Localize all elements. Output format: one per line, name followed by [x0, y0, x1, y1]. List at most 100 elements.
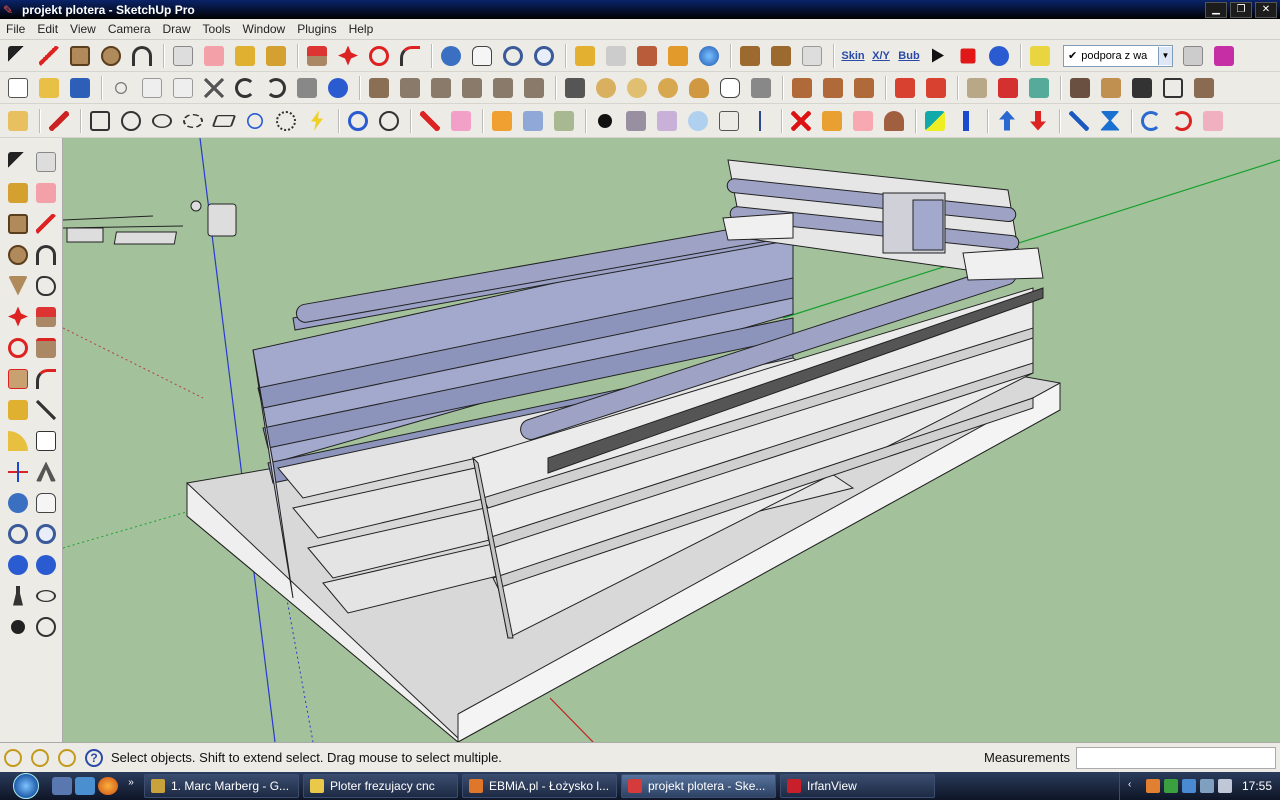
- subtract-button[interactable]: [850, 74, 878, 102]
- cube-c-button[interactable]: [550, 107, 578, 135]
- make-component-button[interactable]: [169, 42, 197, 70]
- palette-previous-view-tool[interactable]: [4, 549, 32, 580]
- xray-button[interactable]: [561, 74, 589, 102]
- palette-section-tool[interactable]: [32, 611, 60, 642]
- cube-a-button[interactable]: [488, 107, 516, 135]
- measurements-input[interactable]: [1076, 746, 1276, 769]
- shape-c-button[interactable]: [148, 107, 176, 135]
- hand-tool-button[interactable]: [716, 74, 744, 102]
- palette-zoom-window-tool[interactable]: [32, 518, 60, 549]
- taskbar-task[interactable]: projekt plotera - Ske...: [621, 774, 776, 798]
- save-file-button[interactable]: [66, 74, 94, 102]
- bomb-button[interactable]: [591, 107, 619, 135]
- palette-eraser-tool[interactable]: [32, 177, 60, 208]
- arc-tool-button[interactable]: [128, 42, 156, 70]
- brush-button[interactable]: [818, 107, 846, 135]
- shape-b-button[interactable]: [117, 107, 145, 135]
- cube-b-button[interactable]: [519, 107, 547, 135]
- warehouse-c-button[interactable]: [1128, 74, 1156, 102]
- minimize-button[interactable]: ▁: [1205, 1, 1227, 18]
- tape-pink-button[interactable]: [1199, 107, 1227, 135]
- union-button[interactable]: [819, 74, 847, 102]
- hidden-line-button[interactable]: [623, 74, 651, 102]
- section-plane-button[interactable]: [1210, 42, 1238, 70]
- palette-paint-tool[interactable]: [4, 177, 32, 208]
- layer-manager-button[interactable]: [1026, 42, 1054, 70]
- undo-button[interactable]: [231, 74, 259, 102]
- tray-app-icon[interactable]: [1145, 779, 1160, 793]
- sandbox-stamp-button[interactable]: [994, 74, 1022, 102]
- play-button[interactable]: [923, 42, 951, 70]
- menu-draw[interactable]: Draw: [157, 22, 197, 36]
- view-front-button[interactable]: [427, 74, 455, 102]
- glove-button[interactable]: [849, 107, 877, 135]
- shaded-button[interactable]: [654, 74, 682, 102]
- skin-button[interactable]: Skin: [839, 50, 867, 62]
- menu-window[interactable]: Window: [237, 22, 292, 36]
- palette-rectangle-tool[interactable]: [4, 208, 32, 239]
- palette-protractor-tool[interactable]: [4, 425, 32, 456]
- palette-look-around-tool[interactable]: [32, 580, 60, 611]
- photo-texture-button[interactable]: [633, 42, 661, 70]
- palette-freehand-tool[interactable]: [32, 270, 60, 301]
- tray-expand-icon[interactable]: ‹: [1128, 779, 1142, 793]
- eraser-pink-button[interactable]: [447, 107, 475, 135]
- help-button[interactable]: [985, 42, 1013, 70]
- rectangle-tool-button[interactable]: [66, 42, 94, 70]
- palette-scale-tool[interactable]: [4, 363, 32, 394]
- axes-tool-button[interactable]: [4, 107, 32, 135]
- palette-follow-me-tool[interactable]: [32, 332, 60, 363]
- palette-arc-tool[interactable]: [32, 239, 60, 270]
- show-desktop-icon[interactable]: [52, 777, 72, 795]
- diagonal-button[interactable]: [1065, 107, 1093, 135]
- palette-pan-tool[interactable]: [32, 487, 60, 518]
- close-button[interactable]: ✕: [1255, 1, 1277, 18]
- credits-icon[interactable]: [31, 748, 49, 767]
- palette-tape-tool[interactable]: [4, 394, 32, 425]
- wire-cube-button[interactable]: [715, 107, 743, 135]
- pencil-tool-button[interactable]: [35, 42, 63, 70]
- tape-measure-button[interactable]: [231, 42, 259, 70]
- open-file-button[interactable]: [35, 74, 63, 102]
- shape-d-button[interactable]: [179, 107, 207, 135]
- bub-button[interactable]: Bub: [895, 50, 923, 62]
- view-right-button[interactable]: [458, 74, 486, 102]
- redo-button[interactable]: [262, 74, 290, 102]
- snowflake-button[interactable]: [684, 107, 712, 135]
- taskbar-task[interactable]: Ploter frezujacy cnc: [303, 774, 458, 798]
- move-tool-button[interactable]: [334, 42, 362, 70]
- menu-file[interactable]: File: [0, 22, 31, 36]
- get-models-button[interactable]: [571, 42, 599, 70]
- print-button[interactable]: [293, 74, 321, 102]
- layers-panel-button[interactable]: [1179, 42, 1207, 70]
- tray-volume-icon[interactable]: [1217, 779, 1232, 793]
- arrows-up-button[interactable]: [993, 107, 1021, 135]
- view-left-button[interactable]: [520, 74, 548, 102]
- shape-g-button[interactable]: [272, 107, 300, 135]
- paint-bucket-button[interactable]: [262, 42, 290, 70]
- toggle-terrain-button[interactable]: [695, 42, 723, 70]
- view-back-button[interactable]: [489, 74, 517, 102]
- y-tool-button[interactable]: [746, 107, 774, 135]
- palette-select-tool[interactable]: [4, 146, 32, 177]
- menu-view[interactable]: View: [64, 22, 102, 36]
- tray-security-icon[interactable]: [1163, 779, 1178, 793]
- zoom-button[interactable]: [499, 42, 527, 70]
- chevron-down-icon[interactable]: ▼: [1158, 46, 1172, 65]
- dynamic-component-button[interactable]: [798, 42, 826, 70]
- zoom-extents-button[interactable]: [530, 42, 558, 70]
- bar-tool-button[interactable]: [952, 107, 980, 135]
- new-file-button[interactable]: [4, 74, 32, 102]
- clock[interactable]: 17:55: [1242, 779, 1272, 793]
- view-iso-button[interactable]: [365, 74, 393, 102]
- menu-plugins[interactable]: Plugins: [291, 22, 342, 36]
- hourglass-button[interactable]: [1096, 107, 1124, 135]
- shape-h-button[interactable]: [303, 107, 331, 135]
- follow-me-button[interactable]: [396, 42, 424, 70]
- orbit-button[interactable]: [437, 42, 465, 70]
- menu-help[interactable]: Help: [343, 22, 380, 36]
- user-icon[interactable]: [58, 748, 76, 767]
- sandbox-mesh-button[interactable]: [963, 74, 991, 102]
- palette-offset-tool[interactable]: [32, 363, 60, 394]
- lock-button[interactable]: [747, 74, 775, 102]
